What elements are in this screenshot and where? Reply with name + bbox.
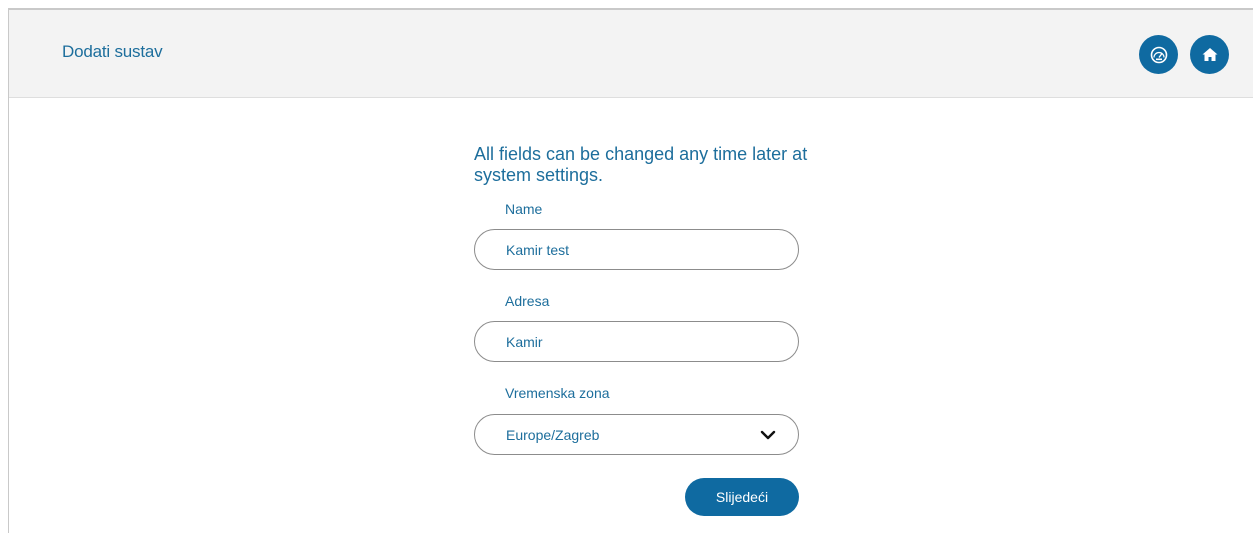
home-icon [1202, 47, 1217, 61]
form-intro-text: All fields can be changed any time later… [474, 144, 808, 185]
name-field[interactable]: Kamir test [474, 229, 799, 270]
page-title: Dodati sustav [62, 42, 163, 61]
timezone-value: Europe/Zagreb [506, 426, 600, 443]
timezone-select[interactable]: Europe/Zagreb [474, 414, 799, 455]
next-button[interactable]: Slijedeći [685, 478, 799, 516]
dashboard-gauge-icon [1150, 46, 1167, 63]
chevron-down-icon [760, 430, 776, 439]
address-label: Adresa [505, 293, 550, 309]
home-button[interactable] [1190, 35, 1229, 74]
page-header: Dodati sustav [9, 10, 1253, 98]
name-value: Kamir test [506, 241, 570, 258]
dashboard-button[interactable] [1139, 35, 1178, 74]
address-field[interactable]: Kamir [474, 321, 799, 362]
app-frame: Dodati sustav All fields can be changed … [8, 8, 1253, 533]
timezone-label: Vremenska zona [505, 385, 610, 401]
name-label: Name [505, 201, 543, 217]
address-value: Kamir [506, 333, 543, 350]
